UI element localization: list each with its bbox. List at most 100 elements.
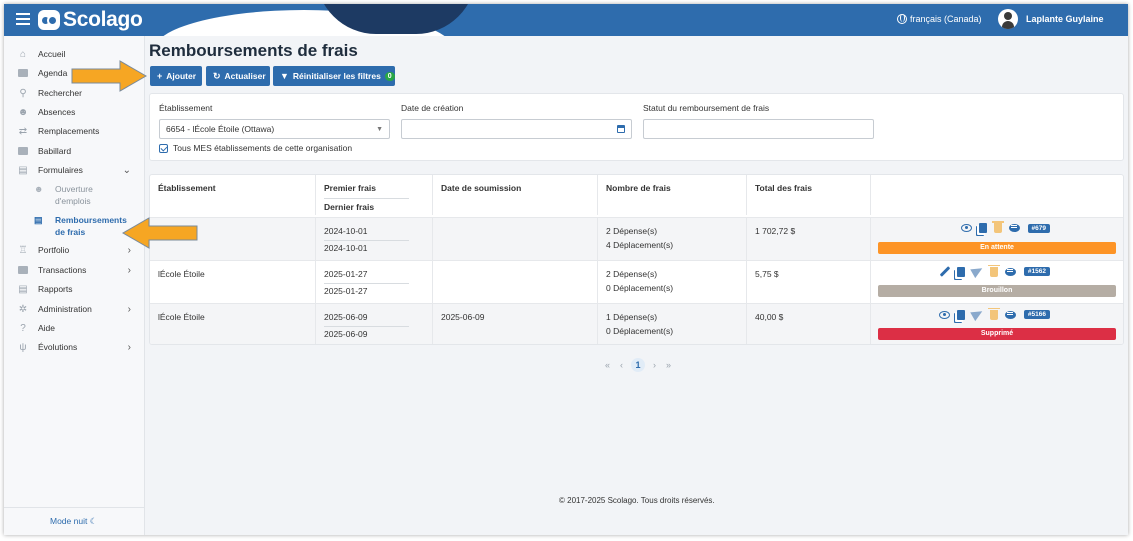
- cell-count: 2 Dépense(s) 0 Déplacement(s): [598, 261, 747, 304]
- edit-icon[interactable]: [939, 266, 951, 277]
- header-fee-count[interactable]: Nombre de frais: [598, 175, 747, 215]
- globe-icon: [897, 14, 907, 24]
- user-menu[interactable]: Laplante Guylaine: [998, 9, 1104, 29]
- menu-icon[interactable]: [16, 13, 30, 25]
- status-input[interactable]: [643, 119, 874, 139]
- language-label: français (Canada): [910, 14, 982, 24]
- add-button[interactable]: + Ajouter: [150, 66, 202, 86]
- establishment-label: Établissement: [159, 103, 213, 113]
- header-actions: [871, 175, 1123, 215]
- copy-icon[interactable]: [956, 266, 965, 277]
- id-badge[interactable]: #679: [1027, 223, 1050, 233]
- copy-icon[interactable]: [956, 309, 965, 320]
- creation-date-input[interactable]: [401, 119, 632, 139]
- cell-submission: [433, 218, 598, 261]
- comment-icon[interactable]: [1004, 267, 1016, 276]
- cell-establishment: lÉcole Étoile: [150, 304, 316, 344]
- sidebar-item-rapports[interactable]: ▤ Rapports: [4, 280, 145, 298]
- all-establishments-checkbox[interactable]: [159, 143, 168, 153]
- moon-icon: ☾: [89, 516, 98, 526]
- id-badge[interactable]: #5166: [1023, 310, 1050, 319]
- first-page-button[interactable]: «: [605, 360, 610, 370]
- cell-dates: 2025-01-27 2025-01-27: [316, 261, 433, 304]
- question-icon: ?: [20, 322, 26, 334]
- cell-count: 2 Dépense(s) 4 Déplacement(s): [598, 218, 747, 261]
- cell-submission: [433, 261, 598, 304]
- establishment-select[interactable]: 6654 - lÉcole Étoile (Ottawa) ▼: [159, 119, 390, 139]
- pagination: « ‹ 1 › »: [600, 358, 676, 372]
- header-submission-date[interactable]: Date de soumission: [433, 175, 598, 215]
- user-name: Laplante Guylaine: [1026, 14, 1104, 24]
- sidebar-item-formulaires[interactable]: ▤ Formulaires ⌄: [4, 161, 145, 179]
- table-row[interactable]: lÉcole Étoile 2025-01-27 2025-01-27 2 Dép…: [150, 260, 1123, 304]
- reset-filters-button[interactable]: ▼ Réinitialiser les filtres 0: [273, 66, 395, 86]
- row-actions: #5166 Supprimé: [871, 304, 1123, 344]
- id-badge[interactable]: #1562: [1023, 267, 1050, 276]
- logo[interactable]: Scolago: [38, 8, 143, 32]
- logo-text: Scolago: [63, 8, 143, 31]
- view-icon[interactable]: [960, 224, 972, 232]
- cell-total: 40,00 $: [747, 304, 871, 344]
- night-mode-toggle[interactable]: Mode nuit ☾: [50, 516, 97, 527]
- sidebar-item-ouverture-emplois[interactable]: ☻ Ouverture d'emplois: [34, 183, 142, 207]
- row-actions: #1562 Brouillon: [871, 261, 1123, 304]
- creation-date-label: Date de création: [401, 103, 464, 113]
- status-badge: En attente: [878, 242, 1116, 254]
- home-icon: ⌂: [19, 48, 27, 60]
- owl-icon: [38, 10, 60, 30]
- trophy-icon: ♖: [18, 244, 28, 256]
- caret-down-icon: ▼: [376, 126, 383, 133]
- person-add-icon: ☻: [34, 184, 44, 194]
- send-icon[interactable]: [970, 306, 985, 322]
- table-row[interactable]: l 2024-10-012024-10-01 2 Dépense(s)4 Dép…: [150, 217, 1123, 261]
- header-establishment[interactable]: Établissement: [150, 175, 316, 215]
- sidebar-item-transactions[interactable]: Transactions ›: [4, 261, 145, 279]
- cell-establishment: lÉcole Étoile: [150, 261, 316, 304]
- refresh-button[interactable]: ↻ Actualiser: [206, 66, 270, 86]
- copyright-footer: © 2017-2025 Scolago. Tous droits réservé…: [559, 496, 715, 505]
- sprout-icon: ψ: [19, 341, 27, 353]
- plus-icon: +: [157, 71, 163, 81]
- view-icon[interactable]: [938, 310, 950, 319]
- next-page-button[interactable]: ›: [653, 360, 656, 370]
- annotation-arrow-right: [71, 60, 148, 92]
- window-icon: [17, 265, 29, 275]
- report-icon: ▤: [18, 283, 28, 295]
- all-establishments-option[interactable]: Tous MES établissements de cette organis…: [159, 143, 352, 153]
- document-icon: ▤: [34, 215, 43, 225]
- current-page[interactable]: 1: [631, 358, 646, 372]
- send-icon[interactable]: [970, 263, 985, 279]
- sidebar-item-evolutions[interactable]: ψ Évolutions ›: [4, 338, 145, 356]
- search-icon: ⚲: [19, 87, 27, 99]
- comment-icon[interactable]: [1008, 224, 1020, 232]
- top-bar: Scolago français (Canada) Laplante Guyla…: [4, 4, 1128, 36]
- chevron-right-icon: ›: [127, 303, 131, 315]
- copy-icon[interactable]: [978, 223, 987, 233]
- trash-icon[interactable]: [991, 221, 1004, 233]
- trash-icon[interactable]: [987, 307, 1000, 320]
- sidebar-item-absences[interactable]: ☻ Absences: [4, 103, 145, 121]
- row-actions: #679 En attente: [871, 218, 1123, 261]
- prev-page-button[interactable]: ‹: [620, 360, 623, 370]
- header-first-last-fee[interactable]: Premier frais Dernier frais: [316, 175, 433, 215]
- status-badge: Brouillon: [878, 285, 1116, 297]
- calendar-icon: [17, 68, 29, 78]
- comment-icon[interactable]: [1004, 310, 1016, 319]
- board-icon: [17, 146, 29, 156]
- table-row[interactable]: lÉcole Étoile 2025-06-09 2025-06-09 2025-…: [150, 303, 1123, 344]
- chevron-right-icon: ›: [127, 264, 131, 276]
- last-page-button[interactable]: »: [666, 360, 671, 370]
- filter-icon: ▼: [280, 71, 289, 81]
- language-selector[interactable]: français (Canada): [897, 14, 982, 24]
- gear-icon: ✲: [18, 303, 28, 315]
- sidebar-item-aide[interactable]: ? Aide: [4, 319, 145, 337]
- chevron-down-icon: ⌄: [122, 164, 131, 176]
- calendar-icon[interactable]: [617, 125, 625, 133]
- sidebar-item-remplacements[interactable]: ⇄ Remplacements: [4, 122, 145, 140]
- header-fee-total[interactable]: Total des frais: [747, 175, 871, 215]
- trash-icon[interactable]: [987, 264, 1000, 277]
- filter-count-badge: 0: [384, 71, 395, 81]
- sidebar-item-babillard[interactable]: Babillard: [4, 142, 145, 160]
- filters-panel: Établissement 6654 - lÉcole Étoile (Otta…: [149, 93, 1124, 161]
- sidebar-item-administration[interactable]: ✲ Administration ›: [4, 300, 145, 318]
